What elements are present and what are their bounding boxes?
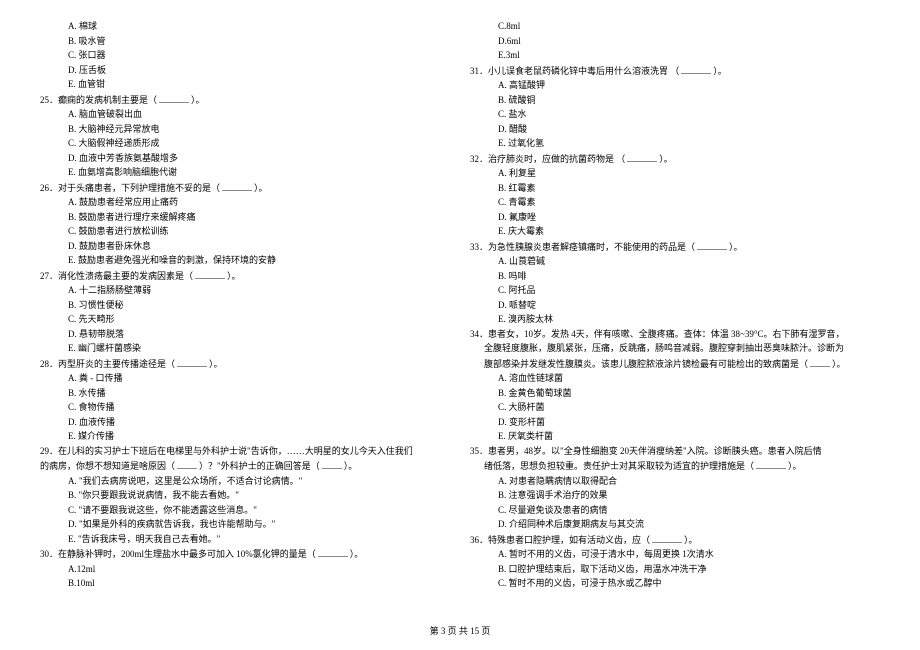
q33-option: D. 哌替啶 — [470, 299, 880, 313]
q32-option: E. 庆大霉素 — [470, 225, 880, 239]
q24-option: B. 吸水管 — [40, 35, 450, 49]
q34-option: A. 溶血性链球菌 — [470, 372, 880, 386]
q29-option: B. "你只要跟我说说病情，我不能去看她。" — [40, 489, 450, 503]
page-footer: 第 3 页 共 15 页 — [0, 625, 920, 639]
q26-option: A. 鼓励患者经常应用止痛药 — [40, 196, 450, 210]
q28-option: C. 食物传播 — [40, 401, 450, 415]
q27-option: E. 幽门螺杆菌感染 — [40, 342, 450, 356]
q34-stem: 34．患者女，10岁。发热 4天，伴有咳嗽、全腹疼痛。查体：体温 38~39°C… — [470, 328, 880, 342]
q25-stem: 25．癫痫的发病机制主要是（）。 — [40, 93, 450, 108]
q33-option: C. 阿托品 — [470, 284, 880, 298]
q35-option: A. 对患者隐瞒病情以取得配合 — [470, 475, 880, 489]
q35-stem: 35．患者男，48岁。以"全身性细胞变 20天伴消瘦纳差"入院。诊断胰头癌。患者… — [470, 445, 880, 459]
q34-option: C. 大肠杆菌 — [470, 401, 880, 415]
q31-option: E. 过氧化氢 — [470, 137, 880, 151]
q25-option: D. 血液中芳香族氨基酸增多 — [40, 152, 450, 166]
q27-option: A. 十二指肠肠壁薄弱 — [40, 284, 450, 298]
q26-stem: 26．对于头痛患者，下列护理措施不妥的是（）。 — [40, 181, 450, 196]
q30-stem: 30．在静脉补钾时，200ml生理盐水中最多可加入 10%氯化钾的量是（）。 — [40, 547, 450, 562]
q35-option: D. 介绍同种术后康复期病友与其交流 — [470, 518, 880, 532]
q31-option: C. 盐水 — [470, 108, 880, 122]
q29-option: A. "我们去病房说吧，这里是公众场所，不适合讨论病情。" — [40, 475, 450, 489]
q25-option: E. 血氨增高影响脑细胞代谢 — [40, 166, 450, 180]
q34-option: D. 变形杆菌 — [470, 416, 880, 430]
q29-option: C. "请不要跟我说这些，你不能透露这些消息。" — [40, 504, 450, 518]
q31-option: B. 硫酸铜 — [470, 94, 880, 108]
q25-option: C. 大脑假神经递质形成 — [40, 137, 450, 151]
left-column: A. 棉球 B. 吸水管 C. 张口器 D. 压舌板 E. 血管钳 25．癫痫的… — [30, 20, 460, 592]
q26-option: D. 鼓励患者卧床休息 — [40, 240, 450, 254]
q32-option: A. 利复星 — [470, 167, 880, 181]
q28-option: A. 粪 - 口传播 — [40, 372, 450, 386]
q25-option: B. 大脑神经元异常放电 — [40, 123, 450, 137]
q24-option: E. 血管钳 — [40, 78, 450, 92]
q30-option: B.10ml — [40, 577, 450, 591]
q24-option: C. 张口器 — [40, 49, 450, 63]
q28-option: E. 媒介传播 — [40, 430, 450, 444]
q31-stem: 31．小儿误食老鼠药磷化锌中毒后用什么溶液洗胃 （）。 — [470, 64, 880, 79]
q27-option: D. 悬韧带脱落 — [40, 328, 450, 342]
right-column: C.8ml D.6ml E.3ml 31．小儿误食老鼠药磷化锌中毒后用什么溶液洗… — [460, 20, 890, 592]
q32-option: C. 青霉素 — [470, 196, 880, 210]
q36-option: C. 暂时不用的义齿，可浸于热水或乙醇中 — [470, 577, 880, 591]
q30-option: A.12ml — [40, 563, 450, 577]
q31-option: D. 醋酸 — [470, 123, 880, 137]
q27-option: B. 习惯性便秘 — [40, 299, 450, 313]
q34-option: E. 厌氧类杆菌 — [470, 430, 880, 444]
q27-stem: 27．消化性溃疡最主要的发病因素是（）。 — [40, 269, 450, 284]
q26-option: E. 鼓励患者避免强光和噪音的刺激，保持环境的安静 — [40, 254, 450, 268]
q24-option: D. 压舌板 — [40, 64, 450, 78]
q30-option: D.6ml — [470, 35, 880, 49]
q33-stem: 33．为急性胰腺炎患者解痉镇痛时，不能使用的药品是（）。 — [470, 240, 880, 255]
q28-stem: 28．丙型肝炎的主要传播途径是（）。 — [40, 357, 450, 372]
q30-option: C.8ml — [470, 20, 880, 34]
q34-option: B. 金黄色葡萄球菌 — [470, 387, 880, 401]
q32-option: B. 红霉素 — [470, 182, 880, 196]
q34-stem-line3: 腹部感染并发继发性腹膜炎。该患儿腹腔脓液涂片镜检最有可能检出的致病菌是（）。 — [470, 357, 880, 372]
q35-stem-line2: 绪低落，思想负担较重。责任护士对其采取较为适宜的护理措施是（）。 — [470, 459, 880, 474]
q31-option: A. 高锰酸钾 — [470, 79, 880, 93]
q33-option: E. 溴丙胺太林 — [470, 313, 880, 327]
q36-option: A. 暂时不用的义齿，可浸于清水中，每周更换 1次清水 — [470, 548, 880, 562]
q35-option: B. 注意强调手术治疗的效果 — [470, 489, 880, 503]
q28-option: B. 水传播 — [40, 387, 450, 401]
q26-option: B. 鼓励患者进行理疗来缓解疼痛 — [40, 211, 450, 225]
q29-option: D. "如果是外科的疾病就告诉我，我也许能帮助与。" — [40, 518, 450, 532]
q25-option: A. 脑血管破裂出血 — [40, 108, 450, 122]
q30-option: E.3ml — [470, 49, 880, 63]
q24-option: A. 棉球 — [40, 20, 450, 34]
q26-option: C. 鼓励患者进行放松训练 — [40, 225, 450, 239]
q33-option: A. 山莨菪碱 — [470, 255, 880, 269]
q32-stem: 32．治疗肺炎时，应做的抗菌药物是 （）。 — [470, 152, 880, 167]
q28-option: D. 血液传播 — [40, 416, 450, 430]
q36-stem: 36．特殊患者口腔护理，如有活动义齿，应（）。 — [470, 533, 880, 548]
q34-stem-line2: 全腹轻度腹胀，腹肌紧张，压痛，反跳痛，肠鸣音减弱。腹腔穿刺抽出恶臭味脓汁。诊断为 — [470, 342, 880, 356]
q32-option: D. 氟康唑 — [470, 211, 880, 225]
q35-option: C. 尽量避免谈及患者的病情 — [470, 504, 880, 518]
q36-option: B. 口腔护理结束后，取下活动义齿，用温水冲洗干净 — [470, 563, 880, 577]
q29-option: E. "告诉我床号，明天我自己去看她。" — [40, 533, 450, 547]
q33-option: B. 吗啡 — [470, 270, 880, 284]
q29-stem-line2: 的病房，你想不想知道是啥原因（）？"外科护士的正确回答是（）。 — [40, 459, 450, 474]
q29-stem: 29．在儿科的实习护士下班后在电梯里与外科护士说"告诉你，……大明星的女儿今天入… — [40, 445, 450, 459]
q27-option: C. 先天畸形 — [40, 313, 450, 327]
